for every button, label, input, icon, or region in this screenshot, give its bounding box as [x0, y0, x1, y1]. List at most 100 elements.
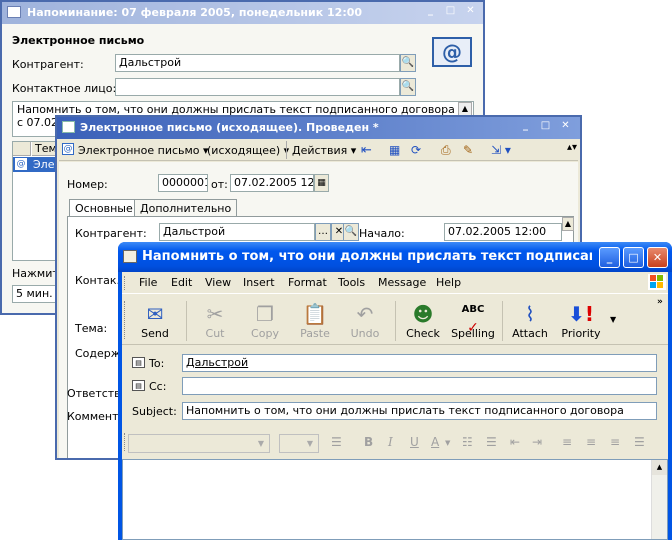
close-icon[interactable]: ✕ — [647, 247, 668, 268]
close-icon[interactable]: ✕ — [462, 5, 479, 20]
spelling-button[interactable]: ABC ✓ Spelling — [448, 301, 498, 340]
menu-insert[interactable]: Insert — [243, 276, 275, 289]
menu-help[interactable]: Help — [436, 276, 461, 289]
paste-icon: 📋 — [302, 302, 328, 326]
editor-scrollbar[interactable]: ▲ — [651, 460, 667, 539]
justify-icon[interactable]: ☰ — [634, 435, 645, 449]
message-body-editor[interactable]: ▲ — [122, 459, 668, 540]
print-icon[interactable]: ✎ — [463, 143, 473, 157]
date-field[interactable]: 07.02.2005 12:0 — [230, 174, 314, 192]
scroll-up-icon[interactable]: ▲ — [652, 460, 667, 475]
comment-label: Коммента — [67, 410, 126, 423]
address-book-icon[interactable]: ▤ — [132, 357, 145, 368]
chevron-down-icon: ▼ — [257, 439, 265, 448]
maximize-icon[interactable]: □ — [623, 247, 644, 268]
refresh-icon[interactable]: ⟳ — [411, 143, 421, 157]
toolbar-chevron-icon[interactable]: ▴▾ — [567, 142, 577, 153]
check-names-button[interactable]: ☻ Check — [398, 301, 448, 340]
message-titlebar[interactable]: Напомнить о том, что они должны прислать… — [118, 242, 672, 272]
menu-edit[interactable]: Edit — [171, 276, 192, 289]
font-color-button[interactable]: A — [431, 435, 439, 449]
bold-button[interactable]: B — [364, 435, 373, 449]
paragraph-style-icon[interactable]: ☰ — [331, 435, 342, 449]
italic-button[interactable]: I — [388, 435, 393, 449]
kontragent-field[interactable]: Дальстрой — [159, 223, 315, 241]
address-book-icon[interactable]: ▤ — [132, 380, 145, 391]
numbered-list-icon[interactable]: ☷ — [462, 435, 473, 449]
tab-main[interactable]: Основные — [69, 199, 139, 217]
toolbar-overflow-icon[interactable]: » — [657, 297, 663, 307]
spelling-label: Spelling — [451, 327, 495, 340]
to-label[interactable]: To: — [149, 357, 164, 370]
actions-menu[interactable]: Действия ▾ — [292, 144, 356, 157]
to-field[interactable]: Дальстрой — [182, 354, 657, 372]
align-left-icon[interactable]: ≡ — [562, 435, 572, 449]
table-corner — [13, 142, 31, 156]
copy-label: Copy — [251, 327, 279, 340]
menu-bar: File Edit View Insert Format Tools Messa… — [122, 272, 668, 294]
kontragent-search-icon[interactable]: 🔍 — [400, 54, 416, 72]
menu-message[interactable]: Message — [378, 276, 426, 289]
reminder-titlebar[interactable]: Напоминание: 07 февраля 2005, понедельни… — [2, 2, 483, 24]
contact-field[interactable] — [115, 78, 400, 96]
undo-button[interactable]: ↶ Undo — [340, 301, 390, 340]
underline-button[interactable]: U — [410, 435, 419, 449]
font-select[interactable]: ▼ — [128, 434, 270, 453]
menu-view[interactable]: View — [205, 276, 231, 289]
font-size-select[interactable]: ▼ — [279, 434, 319, 453]
start-field[interactable]: 07.02.2005 12:00 — [444, 223, 562, 241]
type-menu[interactable]: Электронное письмо ▾ — [78, 144, 209, 157]
priority-dropdown-icon[interactable]: ▼ — [610, 315, 616, 324]
kontragent-field[interactable]: Дальстрой — [115, 54, 400, 72]
chevron-down-icon[interactable]: ▼ — [445, 439, 450, 447]
check-label: Check — [406, 327, 440, 340]
scroll-up-icon[interactable]: ▲ — [562, 217, 574, 231]
align-center-icon[interactable]: ≡ — [586, 435, 596, 449]
increase-indent-icon[interactable]: ⇥ — [532, 435, 542, 449]
start-label: Начало: — [359, 227, 405, 240]
attach-button[interactable]: ⌇ Attach — [505, 301, 555, 340]
back-arrow-icon[interactable]: ⇤ — [361, 143, 372, 158]
send-button[interactable]: ✉ Send — [130, 301, 180, 340]
calendar-icon[interactable]: ▦ — [314, 174, 329, 192]
menu-format[interactable]: Format — [288, 276, 327, 289]
decrease-indent-icon[interactable]: ⇤ — [510, 435, 520, 449]
align-right-icon[interactable]: ≡ — [610, 435, 620, 449]
direction-menu[interactable]: (исходящее) ▾ — [207, 144, 289, 157]
maximize-icon[interactable]: □ — [537, 120, 554, 135]
search-icon[interactable]: 🔍 — [343, 223, 359, 241]
cut-label: Cut — [205, 327, 225, 340]
paperclip-icon: ⌇ — [525, 302, 535, 326]
toolbar-divider — [502, 301, 503, 341]
menu-tools[interactable]: Tools — [338, 276, 365, 289]
post-document-icon[interactable]: ⎙ — [441, 143, 451, 158]
maximize-icon[interactable]: □ — [442, 5, 459, 20]
close-icon[interactable]: ✕ — [557, 120, 574, 135]
tab-additional[interactable]: Дополнительно — [134, 199, 238, 217]
goto-icon[interactable]: ⇲ ▾ — [491, 143, 511, 157]
minimize-icon[interactable]: _ — [422, 5, 439, 20]
priority-button[interactable]: ⬇! Priority — [556, 301, 606, 340]
table-icon[interactable]: ▦ — [389, 143, 400, 157]
select-ellipsis-icon[interactable]: … — [315, 223, 331, 241]
email-document-titlebar[interactable]: Электронное письмо (исходящее). Проведен… — [57, 117, 580, 139]
copy-button[interactable]: ❐ Copy — [240, 301, 290, 340]
paste-button[interactable]: 📋 Paste — [290, 301, 340, 340]
snooze-field[interactable]: 5 мин. — [12, 285, 60, 303]
bullet-list-icon[interactable]: ☰ — [486, 435, 497, 449]
minimize-icon[interactable]: _ — [599, 247, 620, 268]
number-field[interactable]: 0000001 — [158, 174, 208, 192]
scroll-up-icon[interactable]: ▲ — [458, 102, 472, 116]
menu-grip — [124, 276, 127, 290]
minimize-icon[interactable]: _ — [517, 120, 534, 135]
copy-icon: ❐ — [256, 302, 274, 326]
email-at-icon: @ — [15, 158, 27, 170]
table-row[interactable]: @ Элек — [13, 157, 61, 172]
cc-field[interactable] — [182, 377, 657, 395]
cut-button[interactable]: ✂ Cut — [190, 301, 240, 340]
contact-search-icon[interactable]: 🔍 — [400, 78, 416, 96]
menu-file[interactable]: File — [139, 276, 157, 289]
subject-field[interactable]: Напомнить о том, что они должны прислать… — [182, 402, 657, 420]
cc-label[interactable]: Cc: — [149, 380, 166, 393]
press-label: Нажмит — [12, 267, 59, 280]
